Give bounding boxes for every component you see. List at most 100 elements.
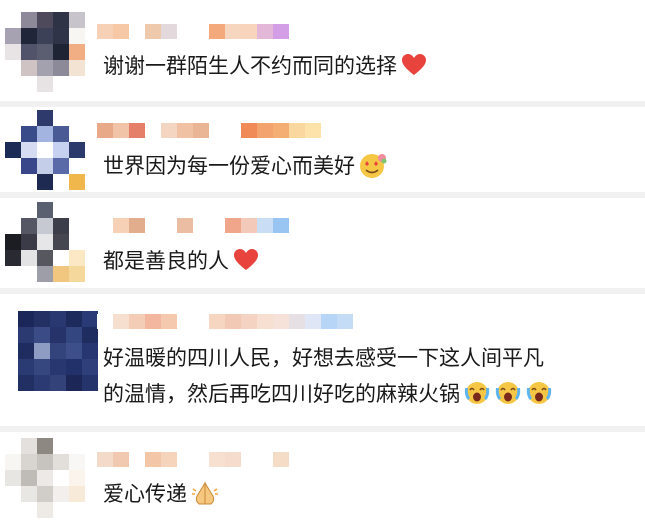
name-pixel — [129, 218, 145, 233]
avatar-pixel — [5, 454, 21, 470]
username-blurred[interactable] — [97, 24, 289, 39]
avatar-pixel — [5, 250, 21, 266]
avatar-pixel — [69, 234, 85, 250]
name-pixel — [177, 452, 193, 467]
name-pixel — [113, 123, 129, 138]
tears-of-joy-face-icon — [526, 382, 552, 404]
comment-item: 都是善良的人 — [0, 198, 645, 288]
avatar-pixel — [37, 12, 53, 28]
avatar-pixel — [37, 76, 53, 92]
avatar-pixel — [53, 454, 69, 470]
avatar-pixel — [37, 60, 53, 76]
avatar-pixel — [18, 375, 34, 391]
name-pixel — [209, 218, 225, 233]
avatar-pixel — [21, 470, 37, 486]
avatar-pixel — [50, 343, 66, 359]
name-pixel — [209, 314, 225, 329]
avatar-pixel — [18, 359, 34, 375]
comment-text: 世界因为每一份爱心而美好 — [103, 148, 388, 184]
name-pixel — [129, 452, 145, 467]
avatar-pixel — [69, 44, 85, 60]
avatar-pixel — [5, 202, 21, 218]
avatar-pixel — [69, 470, 85, 486]
name-pixel — [241, 24, 257, 39]
comment-text: 谢谢一群陌生人不约而同的选择 — [103, 48, 427, 84]
avatar-pixel — [21, 110, 37, 126]
avatar-pixel — [5, 438, 21, 454]
avatar-pixel — [66, 375, 82, 391]
name-pixel — [289, 314, 305, 329]
name-pixel — [241, 314, 257, 329]
name-pixel — [161, 218, 177, 233]
avatar-pixel — [18, 327, 34, 343]
name-pixel — [225, 452, 241, 467]
name-pixel — [193, 218, 209, 233]
avatar-pixel — [66, 327, 82, 343]
avatar-pixel — [82, 327, 98, 343]
name-pixel — [145, 314, 161, 329]
name-pixel — [177, 24, 193, 39]
avatar-pixel — [37, 454, 53, 470]
avatar-pixel — [37, 486, 53, 502]
name-pixel — [305, 123, 321, 138]
avatar-pixel — [37, 250, 53, 266]
name-pixel — [225, 24, 241, 39]
avatar-pixel — [21, 60, 37, 76]
username-blurred[interactable] — [97, 218, 289, 233]
avatar-pixel — [53, 110, 69, 126]
name-pixel — [177, 314, 193, 329]
avatar[interactable] — [18, 311, 98, 391]
avatar-pixel — [66, 343, 82, 359]
avatar-pixel — [37, 174, 53, 190]
avatar[interactable] — [5, 110, 85, 190]
avatar-pixel — [21, 202, 37, 218]
comment-item: 好温暖的四川人民，好想去感受一下这人间平凡 的温情，然后再吃四川好吃的麻辣火锅 — [0, 294, 645, 426]
name-pixel — [337, 314, 353, 329]
name-pixel — [97, 123, 113, 138]
avatar-pixel — [53, 142, 69, 158]
heart-icon — [234, 249, 258, 270]
avatar-pixel — [53, 202, 69, 218]
name-pixel — [209, 24, 225, 39]
comment-line-1: 好温暖的四川人民，好想去感受一下这人间平凡 — [103, 346, 544, 370]
avatar-pixel — [82, 343, 98, 359]
name-pixel — [129, 314, 145, 329]
avatar-pixel — [37, 142, 53, 158]
avatar[interactable] — [5, 12, 85, 92]
name-pixel — [97, 24, 113, 39]
avatar-pixel — [50, 327, 66, 343]
username-blurred[interactable] — [97, 123, 321, 138]
avatar-pixel — [34, 343, 50, 359]
comment-item: 谢谢一群陌生人不约而同的选择 — [0, 0, 645, 102]
name-pixel — [225, 314, 241, 329]
comment-text: 都是善良的人 — [103, 243, 259, 279]
avatar-pixel — [37, 218, 53, 234]
avatar-pixel — [69, 218, 85, 234]
name-pixel — [225, 218, 241, 233]
avatar-pixel — [5, 158, 21, 174]
avatar-pixel — [5, 12, 21, 28]
tears-of-joy-face-icon — [495, 382, 521, 404]
name-pixel — [113, 218, 129, 233]
avatar-pixel — [69, 142, 85, 158]
avatar-pixel — [69, 438, 85, 454]
avatar-pixel — [5, 110, 21, 126]
avatar-pixel — [5, 470, 21, 486]
avatar[interactable] — [5, 202, 85, 282]
name-pixel — [193, 452, 209, 467]
avatar-pixel — [37, 126, 53, 142]
avatar-pixel — [53, 218, 69, 234]
comment-text: 爱心传递 — [103, 476, 220, 512]
avatar-pixel — [18, 343, 34, 359]
avatar-pixel — [21, 126, 37, 142]
avatar-pixel — [69, 266, 85, 282]
avatar-pixel — [53, 76, 69, 92]
username-blurred[interactable] — [97, 452, 289, 467]
avatar-pixel — [5, 218, 21, 234]
avatar-pixel — [34, 359, 50, 375]
avatar-pixel — [53, 126, 69, 142]
avatar[interactable] — [5, 438, 85, 518]
username-blurred[interactable] — [97, 314, 353, 329]
comment-body: 的温情，然后再吃四川好吃的麻辣火锅 — [103, 382, 460, 406]
avatar-pixel — [21, 502, 37, 518]
